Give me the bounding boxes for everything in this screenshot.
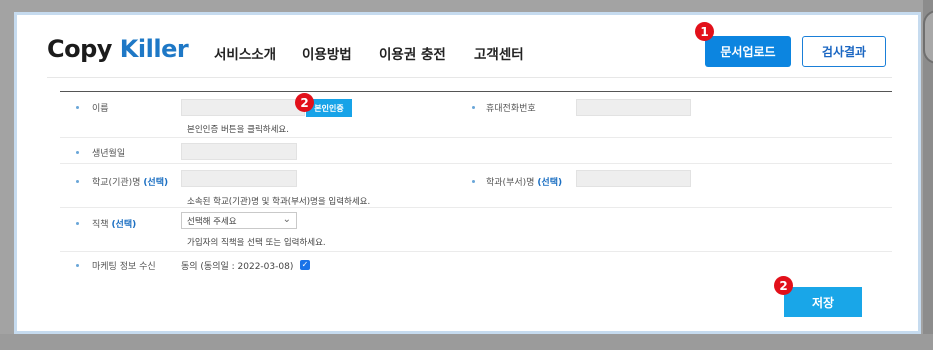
bullet-icon [472, 180, 475, 183]
logo-text-copy: Copy [47, 35, 112, 63]
phone-input[interactable] [576, 99, 691, 116]
dept-select-link[interactable]: (선택) [537, 178, 562, 188]
window-bottom-edge [0, 334, 933, 350]
name-label: 이름 [92, 104, 109, 114]
nav-service-intro[interactable]: 서비스소개 [214, 43, 276, 63]
nav-how-to-use[interactable]: 이용방법 [302, 43, 352, 63]
bullet-icon [76, 180, 79, 183]
nav-customer-center[interactable]: 고객센터 [474, 43, 524, 63]
row-divider [60, 137, 892, 138]
job-label-text: 직책 [92, 220, 109, 230]
job-select-link[interactable]: (선택) [111, 220, 136, 230]
copykiller-logo[interactable]: Copy Killer [47, 35, 189, 63]
check-icon: ✓ [301, 260, 309, 269]
nav-charge-pass[interactable]: 이용권 충전 [379, 43, 446, 63]
header-divider [47, 77, 892, 78]
dept-label: 학과(부서)명 (선택) [486, 175, 562, 188]
check-result-button[interactable]: 검사결과 [802, 36, 886, 67]
bullet-icon [76, 106, 79, 109]
school-help-text: 소속된 학교(기관)명 및 학과(부서)명을 입력하세요. [187, 197, 371, 207]
form-top-border [60, 91, 892, 92]
bullet-icon [76, 151, 79, 154]
save-button[interactable]: 저장 [784, 287, 862, 317]
dept-input[interactable] [576, 170, 691, 187]
bullet-icon [76, 222, 79, 225]
job-dropdown[interactable]: 선택해 주세요 ⌄ [181, 212, 297, 229]
upload-document-button[interactable]: 문서업로드 [705, 36, 791, 67]
marketing-consent-text: 동의 (동의일 : 2022-03-08) [181, 262, 294, 272]
scrollbar-thumb[interactable] [923, 10, 933, 64]
birth-label: 생년월일 [92, 149, 126, 159]
logo-text-killer: Killer [119, 35, 189, 63]
chevron-down-icon: ⌄ [282, 214, 291, 225]
job-label: 직책 (선택) [92, 217, 136, 230]
school-label-text: 학교(기관)명 [92, 178, 141, 188]
step-badge-1: 1 [695, 22, 714, 41]
job-help-text: 가입자의 직책을 선택 또는 입력하세요. [187, 238, 326, 248]
dept-label-text: 학과(부서)명 [486, 178, 535, 188]
bullet-icon [472, 106, 475, 109]
birth-input[interactable] [181, 143, 297, 160]
bullet-icon [76, 264, 79, 267]
school-select-link[interactable]: (선택) [143, 178, 168, 188]
step-badge-2-verify: 2 [295, 93, 314, 112]
row-divider [60, 251, 892, 252]
row-divider [60, 207, 892, 208]
school-input[interactable] [181, 170, 297, 187]
step-badge-2-save: 2 [774, 276, 793, 295]
name-help-text: 본인인증 버튼을 클릭하세요. [187, 125, 289, 135]
marketing-label: 마케팅 정보 수신 [92, 262, 156, 272]
school-label: 학교(기관)명 (선택) [92, 175, 168, 188]
phone-label: 휴대전화번호 [486, 104, 536, 114]
marketing-checkbox[interactable]: ✓ [300, 260, 310, 270]
name-input[interactable] [181, 99, 305, 116]
row-divider [60, 163, 892, 164]
job-dropdown-value: 선택해 주세요 [187, 216, 237, 227]
